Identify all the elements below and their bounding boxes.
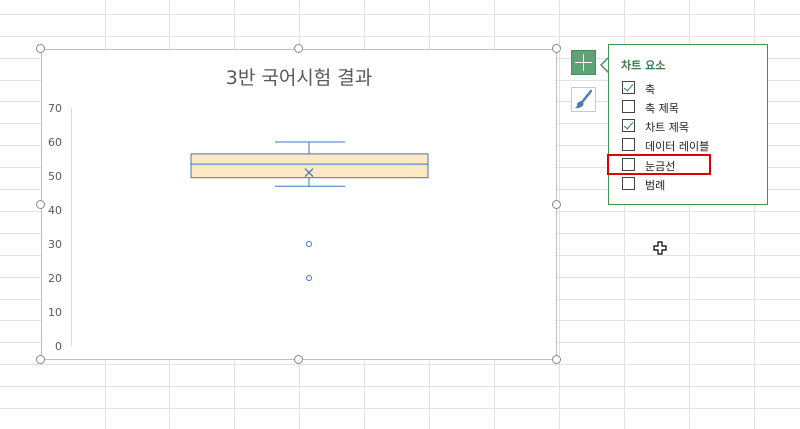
option-axis-title-label: 축 제목 <box>645 102 679 115</box>
panel-pointer <box>600 57 609 73</box>
option-legend-label: 범례 <box>645 179 666 192</box>
y-tick-label: 40 <box>48 204 62 217</box>
chart-styles-button[interactable] <box>571 87 596 112</box>
axis-checkbox[interactable] <box>622 81 635 94</box>
option-chart-title-label: 차트 제목 <box>645 121 689 134</box>
panel-title: 차트 요소 <box>621 59 666 72</box>
option-axis-title[interactable]: 축 제목 <box>622 99 762 117</box>
option-data-labels-label: 데이터 레이블 <box>645 140 710 153</box>
option-legend[interactable]: 범례 <box>622 176 762 194</box>
brush-icon <box>575 89 593 109</box>
chart-title-checkbox[interactable] <box>622 119 635 132</box>
resize-handle-left[interactable] <box>36 200 45 209</box>
resize-handle-top[interactable] <box>294 44 303 53</box>
chart-elements-button[interactable] <box>571 50 596 75</box>
option-chart-title[interactable]: 차트 제목 <box>622 118 762 136</box>
option-data-labels[interactable]: 데이터 레이블 <box>622 137 762 155</box>
chart-area[interactable]: 3반 국어시험 결과 0 10 20 30 40 50 60 70 <box>41 49 557 360</box>
y-tick-label: 10 <box>48 306 62 319</box>
box-iqr <box>190 153 429 179</box>
gridlines-highlight-box <box>607 154 711 175</box>
option-axis[interactable]: 축 <box>622 80 762 98</box>
y-tick-label: 60 <box>48 136 62 149</box>
y-tick-label: 30 <box>48 238 62 251</box>
legend-checkbox[interactable] <box>622 177 635 190</box>
option-axis-label: 축 <box>645 83 656 96</box>
axis-title-checkbox[interactable] <box>622 100 635 113</box>
resize-handle-bottom[interactable] <box>294 355 303 364</box>
resize-handle-right[interactable] <box>552 200 561 209</box>
data-labels-checkbox[interactable] <box>622 138 635 151</box>
y-tick-label: 50 <box>48 170 62 183</box>
outlier-point <box>306 275 312 281</box>
resize-handle-bottom-right[interactable] <box>552 355 561 364</box>
resize-handle-bottom-left[interactable] <box>36 355 45 364</box>
resize-handle-top-left[interactable] <box>36 44 45 53</box>
chart-elements-panel: 차트 요소 축 축 제목 차트 제목 데이터 레이블 눈금선 범례 <box>608 44 768 205</box>
y-tick-label: 20 <box>48 272 62 285</box>
y-tick-label: 70 <box>48 102 62 115</box>
outlier-point <box>306 241 312 247</box>
plot-area: 0 10 20 30 40 50 60 70 <box>48 102 429 353</box>
y-tick-label: 0 <box>55 340 62 353</box>
resize-handle-top-right[interactable] <box>552 44 561 53</box>
move-cursor-icon <box>653 241 667 255</box>
